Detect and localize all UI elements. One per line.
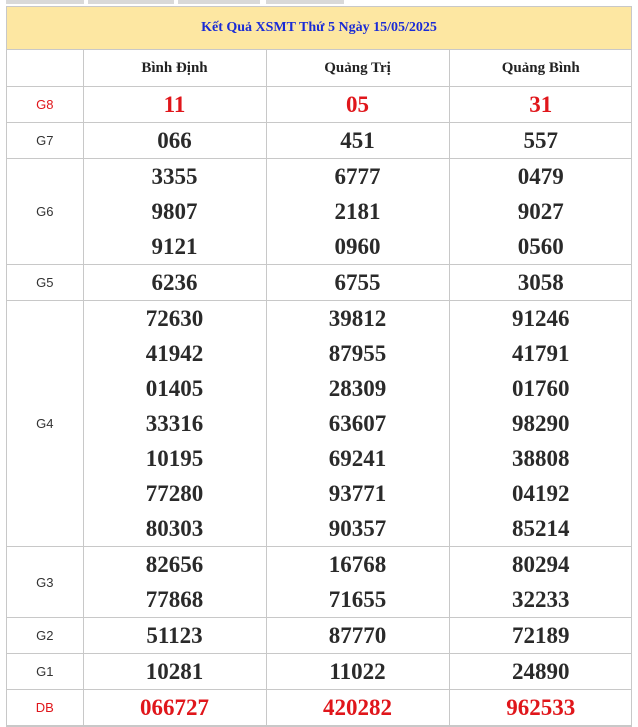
prize-row-g4: 41942 87955 41791: [7, 336, 632, 371]
prize-number: 31: [448, 86, 632, 123]
prize-number: 90357: [265, 511, 449, 547]
province-name[interactable]: Quảng Bình: [448, 50, 632, 87]
prize-number: 41942: [82, 336, 266, 371]
prize-number: 9027: [448, 194, 632, 229]
tab-indicator: [6, 0, 84, 4]
prize-number: 69241: [265, 441, 449, 476]
prize-row-g4: 80303 90357 85214: [7, 511, 632, 547]
prize-row-g4: 01405 28309 01760: [7, 371, 632, 406]
prize-number: 82656: [82, 546, 266, 582]
prize-number: 91246: [448, 300, 632, 336]
prize-number: 80294: [448, 546, 632, 582]
prize-row-g6: 9121 0960 0560: [7, 229, 632, 265]
prize-number: 24890: [448, 653, 632, 690]
prize-number: 066727: [82, 689, 266, 726]
corner-cell: [7, 50, 83, 87]
prize-number: 63607: [265, 406, 449, 441]
prize-row-g6: 9807 2181 9027: [7, 194, 632, 229]
results-body: G8 11 05 31 G7 066 451 557 G6 3355 6777 0479 9807 218…: [7, 86, 632, 726]
prize-number: 38808: [448, 441, 632, 476]
prize-row-g1: G1 10281 11022 24890: [7, 653, 632, 690]
prize-number: 11022: [265, 653, 449, 690]
prize-label: G3: [7, 546, 84, 618]
prize-number: 0560: [448, 229, 632, 265]
prize-number: 9807: [82, 194, 266, 229]
prize-row-g3: G3 82656 16768 80294: [7, 546, 632, 618]
prize-number: 39812: [265, 300, 449, 336]
prize-number: 33316: [82, 406, 266, 441]
province-name[interactable]: Quảng Trị: [265, 50, 449, 87]
prize-number: 77868: [82, 582, 266, 618]
prize-number: 72630: [82, 300, 266, 336]
prize-number: 0479: [448, 158, 632, 194]
tab-indicator: [178, 0, 260, 4]
prize-row-db: DB 066727 420282 962533: [7, 689, 632, 726]
prize-row-g2: G2 51123 87770 72189: [7, 617, 632, 654]
prize-number: 557: [448, 122, 632, 159]
prize-number: 98290: [448, 406, 632, 441]
prize-number: 72189: [448, 617, 632, 654]
prize-number: 87955: [265, 336, 449, 371]
prize-number: 93771: [265, 476, 449, 511]
prize-label: G8: [7, 86, 84, 123]
province-name[interactable]: Bình Định: [82, 50, 266, 87]
prize-label: G1: [7, 653, 84, 690]
results-title: Kết Quả XSMT Thứ 5 Ngày 15/05/2025: [201, 20, 437, 35]
prize-label: DB: [7, 689, 84, 726]
prize-number: 10281: [82, 653, 266, 690]
prize-number: 01405: [82, 371, 266, 406]
prize-label: G2: [7, 617, 84, 654]
prize-number: 77280: [82, 476, 266, 511]
prize-row-g4: 77280 93771 04192: [7, 476, 632, 511]
prize-number: 71655: [265, 582, 449, 618]
prize-row-g3: 77868 71655 32233: [7, 582, 632, 618]
prize-number: 11: [82, 86, 266, 123]
prize-number: 05: [265, 86, 449, 123]
prize-number: 2181: [265, 194, 449, 229]
prize-number: 41791: [448, 336, 632, 371]
prize-row-g4: 10195 69241 38808: [7, 441, 632, 476]
prize-number: 51123: [82, 617, 266, 654]
prize-label: G5: [7, 264, 84, 301]
prize-number: 451: [265, 122, 449, 159]
prize-number: 6236: [82, 264, 266, 301]
prize-row-g4: G4 72630 39812 91246: [7, 300, 632, 547]
results-header: Kết Quả XSMT Thứ 5 Ngày 15/05/2025: [7, 7, 631, 50]
prize-number: 420282: [265, 689, 449, 726]
prize-number: 6755: [265, 264, 449, 301]
prize-number: 3058: [448, 264, 632, 301]
prize-label: G7: [7, 122, 84, 159]
prize-number: 85214: [448, 511, 632, 547]
prize-number: 01760: [448, 371, 632, 406]
prize-number: 0960: [265, 229, 449, 265]
prize-row-g6: G6 3355 6777 0479: [7, 158, 632, 265]
prize-number: 87770: [265, 617, 449, 654]
prize-number: 16768: [265, 546, 449, 582]
prize-number: 04192: [448, 476, 632, 511]
tab-indicator: [266, 0, 344, 4]
results-table: Bình Định Quảng Trị Quảng Bình G8 11 05 31 G…: [7, 50, 632, 726]
tab-indicator: [88, 0, 174, 4]
prize-number: 3355: [82, 158, 266, 194]
prize-number: 6777: [265, 158, 449, 194]
prize-number: 80303: [82, 511, 266, 547]
results-panel: Kết Quả XSMT Thứ 5 Ngày 15/05/2025 Bình …: [6, 6, 632, 727]
prize-row-g5: G5 6236 6755 3058: [7, 264, 632, 301]
prize-label: G6: [7, 158, 84, 265]
prize-label: G4: [7, 300, 84, 547]
prize-row-g7: G7 066 451 557: [7, 122, 632, 159]
prize-number: 32233: [448, 582, 632, 618]
prize-number: 10195: [82, 441, 266, 476]
prize-number: 066: [82, 122, 266, 159]
province-header-row: Bình Định Quảng Trị Quảng Bình: [7, 50, 632, 87]
prize-row-g8: G8 11 05 31: [7, 86, 632, 123]
prize-row-g4: 33316 63607 98290: [7, 406, 632, 441]
prize-number: 28309: [265, 371, 449, 406]
prize-number: 9121: [82, 229, 266, 265]
prize-number: 962533: [448, 689, 632, 726]
